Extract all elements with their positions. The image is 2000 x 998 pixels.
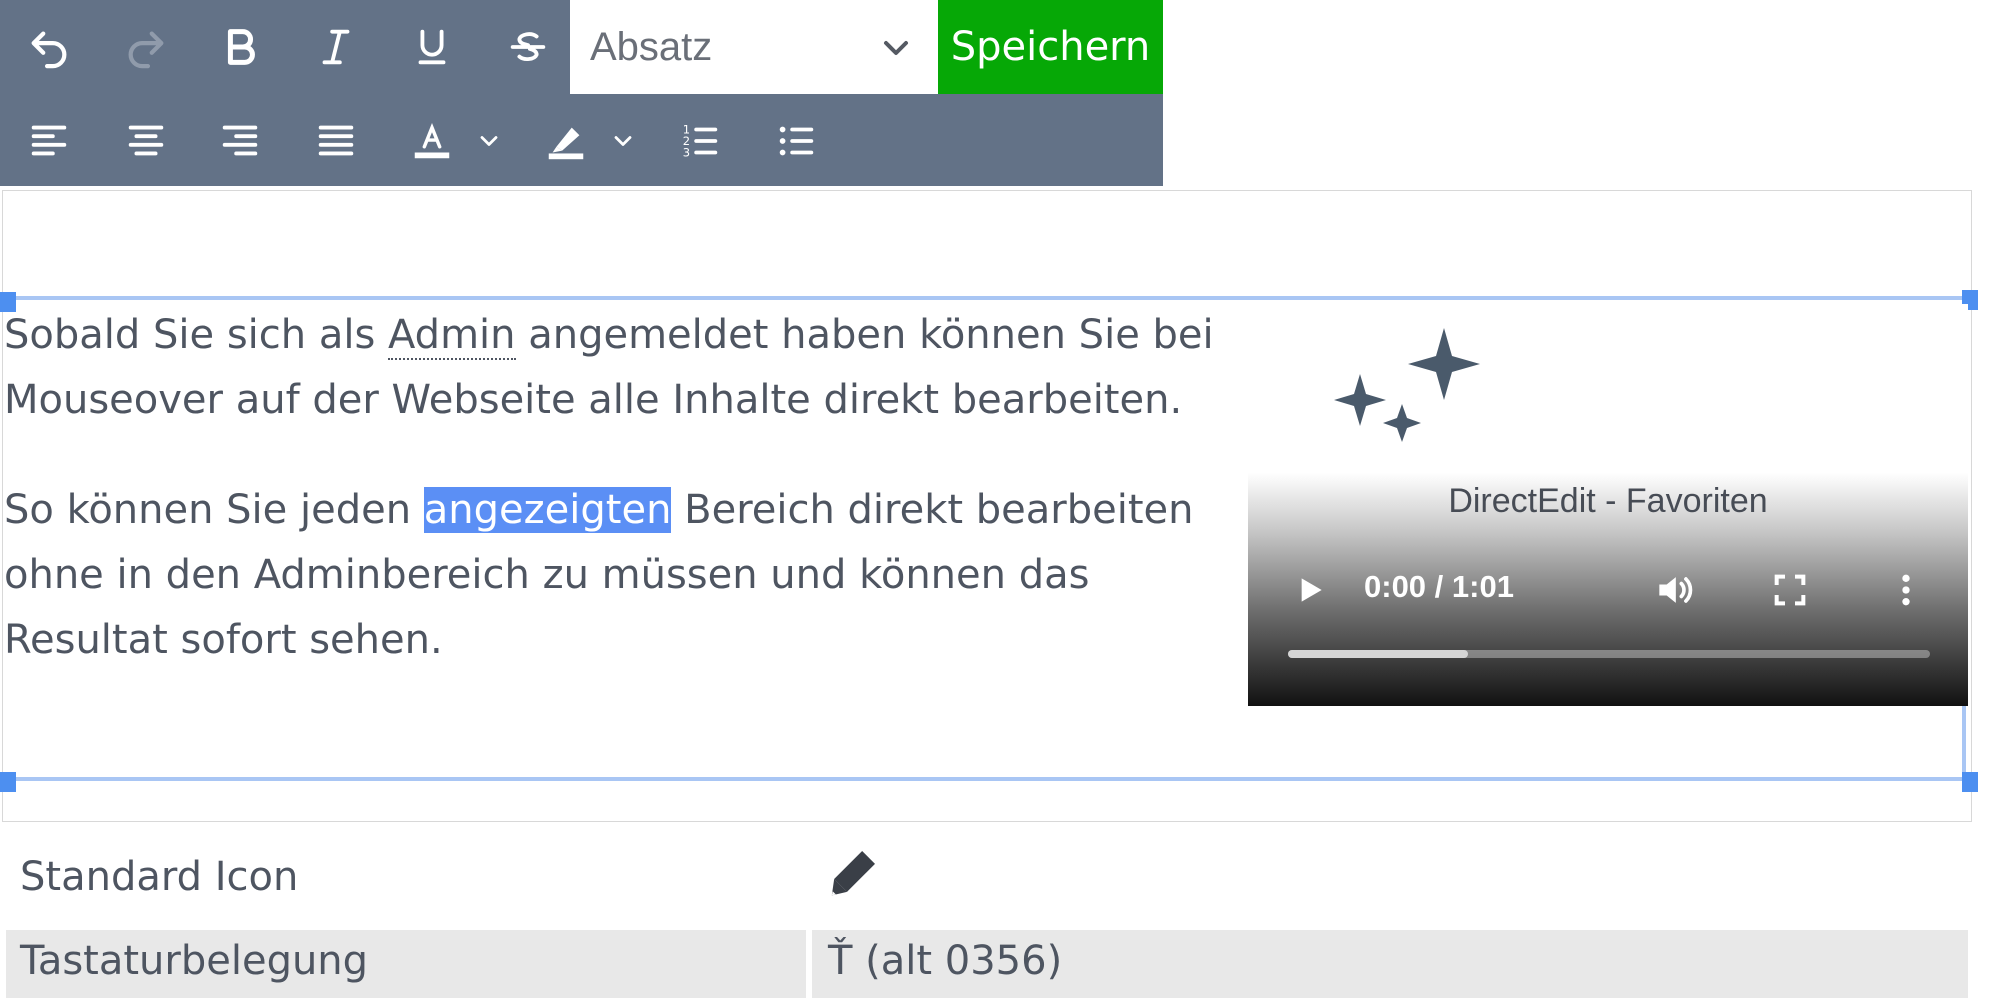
paragraph-2[interactable]: So können Sie jeden angezeigten Bereich … — [4, 478, 1234, 673]
column-divider — [806, 930, 812, 998]
editor-toolbar: Absatz Speichern 123 — [0, 0, 1163, 186]
paragraph-1[interactable]: Sobald Sie sich als Admin angemeldet hab… — [4, 303, 1234, 433]
chevron-down-icon[interactable] — [593, 101, 653, 181]
align-center-icon[interactable] — [106, 101, 186, 181]
property-label: Standard Icon — [20, 854, 299, 900]
sparkle-logo — [1334, 328, 1480, 442]
align-left-icon[interactable] — [9, 101, 89, 181]
video-time: 0:00 / 1:01 — [1364, 569, 1514, 604]
strikethrough-icon[interactable] — [488, 7, 568, 87]
property-row-standard-icon: Standard Icon — [6, 840, 1968, 920]
play-icon[interactable] — [1290, 570, 1330, 610]
chevron-down-icon[interactable] — [459, 101, 519, 181]
paragraph-format-select[interactable]: Absatz — [570, 0, 938, 94]
property-value: Ť (alt 0356) — [828, 938, 1063, 984]
bold-icon[interactable] — [200, 7, 280, 87]
save-button[interactable]: Speichern — [938, 0, 1163, 94]
svg-text:3: 3 — [683, 145, 690, 159]
italic-icon[interactable] — [296, 7, 376, 87]
align-right-icon[interactable] — [200, 101, 280, 181]
fullscreen-icon[interactable] — [1770, 570, 1810, 610]
bullet-list-icon[interactable] — [756, 101, 836, 181]
format-select-value: Absatz — [590, 24, 713, 69]
align-justify-icon[interactable] — [296, 101, 376, 181]
more-icon[interactable] — [1886, 570, 1926, 610]
video-title: DirectEdit - Favoriten — [1448, 482, 1768, 520]
redo-icon[interactable] — [106, 7, 186, 87]
video-player[interactable]: DirectEdit - Favoriten 0:00 / 1:01 — [1248, 304, 1968, 706]
video-buffered-fill — [1288, 650, 1468, 658]
pencil-icon — [831, 851, 875, 896]
selected-text: angezeigten — [423, 487, 672, 533]
property-row-keyboard-shortcut: Tastaturbelegung Ť (alt 0356) — [6, 930, 1968, 998]
volume-icon[interactable] — [1652, 568, 1696, 612]
chevron-down-icon — [884, 41, 908, 55]
text-run: So können Sie jeden — [4, 487, 424, 533]
text-run: Sobald Sie sich als — [4, 312, 389, 358]
property-label: Tastaturbelegung — [20, 938, 369, 984]
underline-icon[interactable] — [392, 7, 472, 87]
content-text[interactable]: Sobald Sie sich als Admin angemeldet hab… — [4, 303, 1234, 673]
resize-handle[interactable] — [0, 772, 16, 792]
video-progress-bar[interactable] — [1288, 650, 1930, 658]
numbered-list-icon[interactable]: 123 — [660, 101, 740, 181]
resize-handle[interactable] — [1962, 772, 1978, 792]
abbreviation: Admin — [388, 312, 516, 360]
undo-icon[interactable] — [9, 7, 89, 87]
